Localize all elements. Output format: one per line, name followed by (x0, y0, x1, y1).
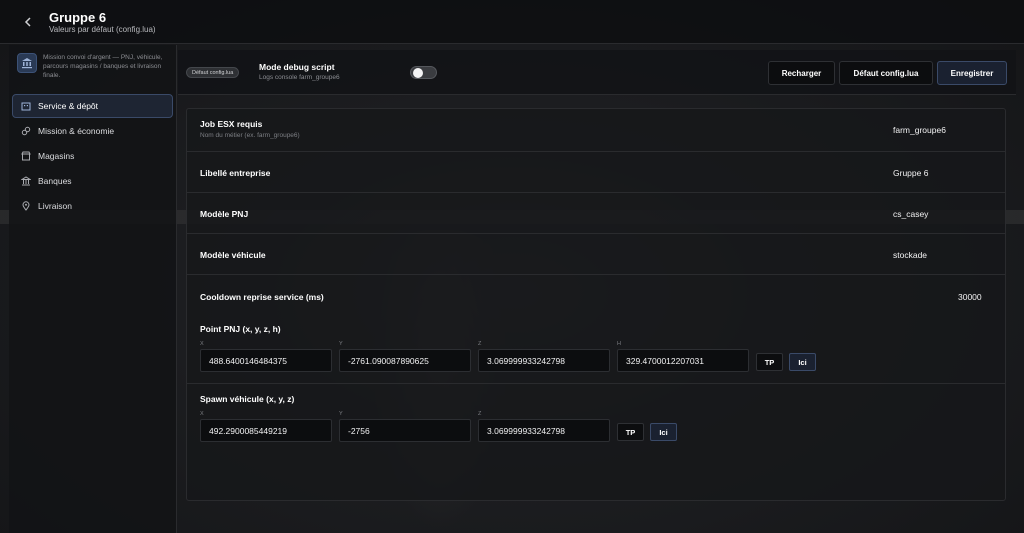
npc-model-label: Modèle PNJ (200, 209, 249, 219)
toggle-knob (413, 68, 423, 78)
cooldown-field[interactable]: 30000 (958, 292, 982, 302)
npc-x-label: X (200, 341, 204, 347)
sidebar-item-service-depot[interactable]: Service & dépôt (12, 94, 173, 118)
spawn-y-input[interactable]: -2756 (339, 419, 471, 442)
spawn-tp-button[interactable]: TP (617, 423, 644, 441)
npc-tp-button[interactable]: TP (756, 353, 783, 371)
location-pin-icon (21, 201, 31, 211)
npc-y-label: Y (339, 341, 343, 347)
sidebar-item-magasins[interactable]: Magasins (12, 144, 173, 168)
sidebar-info: Mission convoi d'argent — PNJ, véhicule,… (17, 53, 173, 80)
form-row-company: Libellé entreprise Gruppe 6 (187, 152, 1005, 193)
job-label: Job ESX requis (200, 119, 263, 129)
bank-icon (17, 53, 37, 73)
sidebar-item-label: Service & dépôt (38, 101, 99, 111)
spawn-z-input[interactable]: 3.069999933242798 (478, 419, 610, 442)
spawn-here-button[interactable]: Ici (650, 423, 677, 441)
form-row-vehicle-spawn: Spawn véhicule (x, y, z) X Y Z 492.29000… (187, 384, 1005, 452)
sidebar-item-label: Banques (38, 176, 72, 186)
npc-z-input[interactable]: 3.069999933242798 (478, 349, 610, 372)
store-icon (21, 151, 31, 161)
form-row-npc-point: Point PNJ (x, y, z, h) X Y Z H 488.64001… (187, 318, 1005, 384)
sidebar-nav: Service & dépôt Mission & économie Magas… (12, 94, 173, 219)
npc-here-button[interactable]: Ici (789, 353, 816, 371)
sidebar-item-label: Magasins (38, 151, 75, 161)
vehicle-spawn-label: Spawn véhicule (x, y, z) (200, 394, 295, 404)
toolbar: Défaut config.lua Mode debug script Logs… (178, 50, 1016, 95)
npc-model-field[interactable]: cs_casey (893, 209, 928, 219)
sidebar: Mission convoi d'argent — PNJ, véhicule,… (9, 45, 177, 533)
sidebar-description: Mission convoi d'argent — PNJ, véhicule,… (43, 54, 163, 79)
company-label: Libellé entreprise (200, 168, 271, 178)
job-hint: Nom du métier (ex. farm_groupe6) (200, 132, 300, 139)
reload-button[interactable]: Recharger (768, 61, 835, 85)
app-header: Gruppe 6 Valeurs par défaut (config.lua) (0, 0, 1024, 44)
page-title: Gruppe 6 (49, 10, 107, 25)
npc-x-input[interactable]: 488.6400146484375 (200, 349, 332, 372)
npc-h-label: H (617, 341, 621, 347)
back-button[interactable] (18, 12, 38, 32)
sidebar-item-mission-economie[interactable]: Mission & économie (12, 119, 173, 143)
form-row-npc-model: Modèle PNJ cs_casey (187, 193, 1005, 234)
building-icon (21, 101, 31, 111)
vehicle-model-label: Modèle véhicule (200, 250, 266, 260)
chevron-left-icon (24, 17, 31, 27)
bank-icon (21, 176, 31, 186)
sidebar-item-livraison[interactable]: Livraison (12, 194, 173, 218)
npc-h-input[interactable]: 329.4700012207031 (617, 349, 749, 372)
job-field[interactable]: farm_groupe6 (893, 125, 946, 135)
spawn-x-label: X (200, 411, 204, 417)
spawn-y-label: Y (339, 411, 343, 417)
cooldown-label: Cooldown reprise service (ms) (200, 292, 324, 302)
default-config-badge: Défaut config.lua (186, 67, 240, 78)
form-row-job: Job ESX requis Nom du métier (ex. farm_g… (187, 109, 1005, 152)
spawn-z-label: Z (478, 411, 482, 417)
vehicle-model-field[interactable]: stockade (893, 250, 927, 260)
debug-mode-toggle[interactable] (410, 66, 437, 79)
settings-form: Job ESX requis Nom du métier (ex. farm_g… (186, 108, 1006, 501)
npc-z-label: Z (478, 341, 482, 347)
sidebar-item-label: Mission & économie (38, 126, 115, 136)
link-icon (21, 126, 31, 136)
main-content: Défaut config.lua Mode debug script Logs… (178, 50, 1016, 533)
debug-mode-title: Mode debug script (259, 62, 335, 72)
company-field[interactable]: Gruppe 6 (893, 168, 928, 178)
npc-y-input[interactable]: -2761.090087890625 (339, 349, 471, 372)
sidebar-item-label: Livraison (38, 201, 73, 211)
debug-mode-description: Logs console farm_groupe6 (259, 74, 340, 81)
save-button[interactable]: Enregistrer (937, 61, 1007, 85)
npc-point-label: Point PNJ (x, y, z, h) (200, 324, 281, 334)
spawn-x-input[interactable]: 492.2900085449219 (200, 419, 332, 442)
default-config-button[interactable]: Défaut config.lua (839, 61, 933, 85)
sidebar-item-banques[interactable]: Banques (12, 169, 173, 193)
form-row-cooldown: Cooldown reprise service (ms) 30000 (187, 275, 1005, 318)
form-row-vehicle-model: Modèle véhicule stockade (187, 234, 1005, 275)
page-subtitle: Valeurs par défaut (config.lua) (49, 25, 156, 34)
